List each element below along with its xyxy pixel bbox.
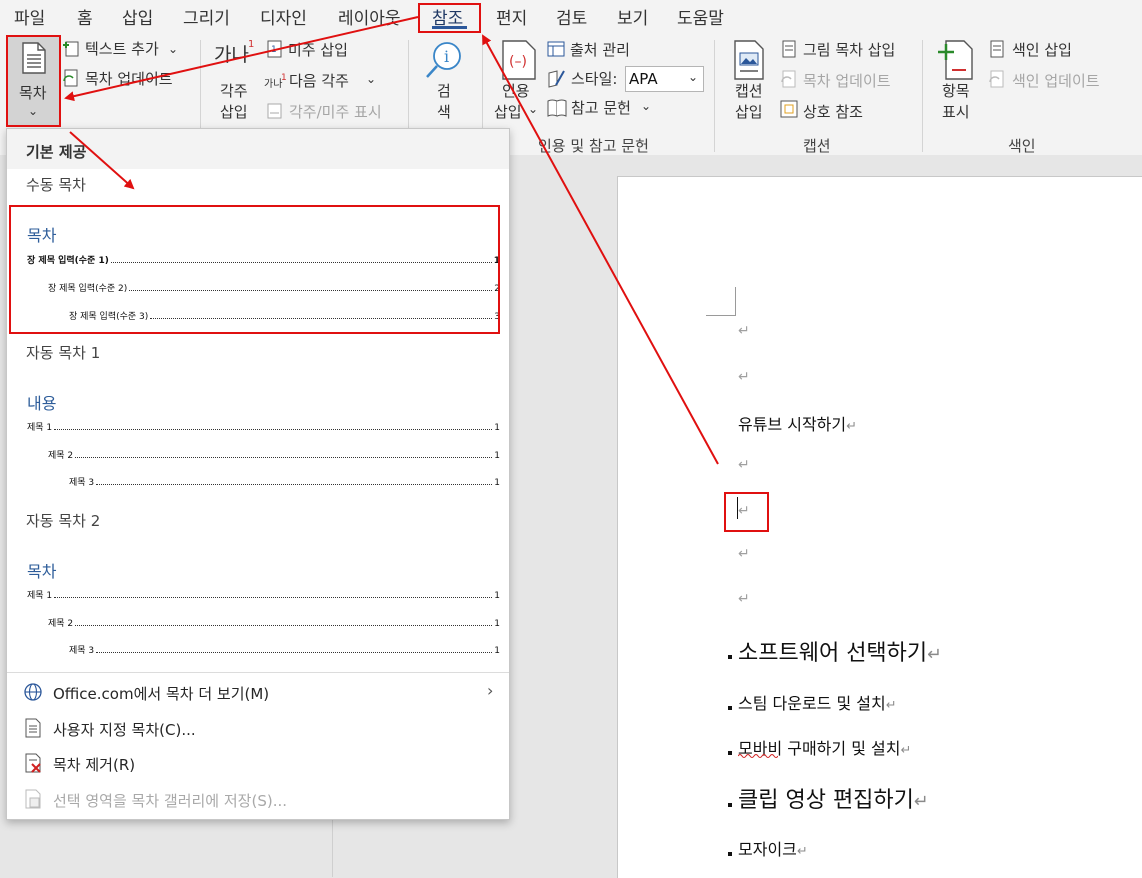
arrow-toc-to-manual	[69, 131, 135, 190]
arrow-references-to-toc	[64, 16, 419, 102]
annotation-arrows	[64, 16, 719, 465]
arrow-cursor-to-references	[482, 34, 719, 465]
